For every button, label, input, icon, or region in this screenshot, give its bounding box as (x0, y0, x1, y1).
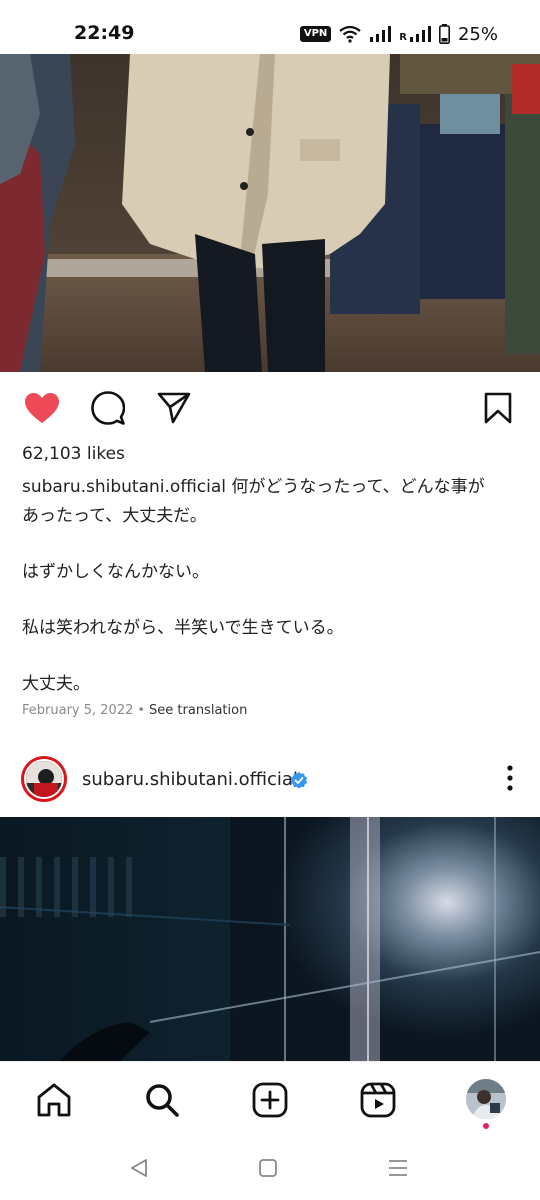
profile-avatar-image (466, 1079, 506, 1119)
nav-search-button[interactable] (142, 1080, 182, 1120)
save-button[interactable] (478, 388, 518, 428)
roaming-label: R (399, 31, 407, 43)
share-button[interactable] (154, 388, 194, 428)
meta-separator: • (137, 703, 146, 718)
status-bar: 22:49 VPN R 25% (0, 0, 540, 54)
like-button[interactable] (22, 388, 62, 428)
caption-text-line2: あったって、大丈夫だ。 (22, 506, 207, 526)
post-username[interactable]: subaru.shibutani.official (82, 769, 298, 790)
next-post-photo-illustration (0, 817, 540, 1061)
battery-percent: 25% (457, 23, 498, 45)
system-nav (0, 1135, 540, 1200)
post-meta: February 5, 2022 • See translation (22, 703, 247, 718)
home-icon (37, 1083, 71, 1117)
caption-paragraph-3: 私は笑われながら、半笑いで生きている。 (22, 618, 344, 638)
notification-dot (483, 1123, 489, 1129)
caption-paragraph-2: はずかしくなんかない。 (22, 562, 209, 582)
bookmark-icon (484, 392, 512, 424)
caption-text-line1: 何がどうなったって、どんな事が (231, 477, 485, 497)
square-icon (259, 1159, 277, 1177)
post-caption: subaru.shibutani.official 何がどうなったって、どんな事… (22, 473, 522, 699)
likes-count[interactable]: 62,103 likes (22, 444, 125, 464)
post-date: February 5, 2022 (22, 703, 134, 718)
caption-username[interactable]: subaru.shibutani.official (22, 477, 226, 497)
bottom-nav (0, 1061, 540, 1135)
post-photo-illustration (0, 54, 540, 372)
vpn-badge: VPN (299, 26, 332, 42)
system-menu-button[interactable] (385, 1155, 411, 1181)
caption-paragraph-4: 大丈夫。 (22, 674, 90, 694)
nav-profile-avatar[interactable] (466, 1079, 506, 1119)
battery-icon (438, 24, 450, 44)
system-back-button[interactable] (126, 1155, 152, 1181)
status-time: 22:49 (74, 22, 135, 44)
avatar-image (26, 761, 62, 797)
see-translation-link[interactable]: See translation (149, 703, 247, 718)
paper-plane-icon (157, 392, 191, 424)
status-icons: VPN R 25% (299, 22, 498, 46)
back-triangle-icon (131, 1159, 147, 1177)
signal-icon (370, 26, 392, 42)
search-icon (146, 1084, 179, 1117)
next-post-image[interactable] (0, 817, 540, 1061)
plus-square-icon (252, 1082, 288, 1118)
comment-button[interactable] (88, 388, 128, 428)
menu-lines-icon (389, 1160, 407, 1176)
wifi-icon (339, 25, 361, 43)
nav-home-button[interactable] (34, 1080, 74, 1120)
post-image[interactable] (0, 54, 540, 372)
post-action-bar (0, 372, 540, 440)
nav-create-button[interactable] (250, 1080, 290, 1120)
system-recents-button[interactable] (255, 1155, 281, 1181)
nav-reels-button[interactable] (358, 1080, 398, 1120)
signal-icon-2 (409, 26, 431, 42)
reels-icon (360, 1082, 396, 1118)
comment-icon (91, 391, 125, 425)
next-post-header: subaru.shibutani.official (0, 752, 540, 808)
heart-icon (25, 393, 59, 423)
avatar[interactable] (21, 756, 67, 802)
verified-badge-icon (290, 772, 308, 789)
more-vertical-icon[interactable] (502, 764, 518, 794)
